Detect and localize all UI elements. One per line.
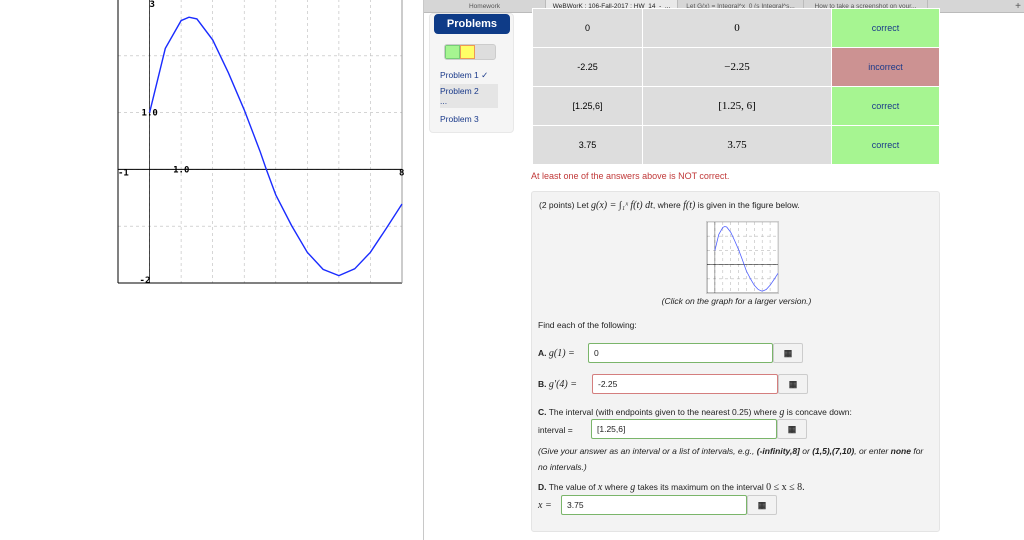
hint-example-2: (1,5),(7,10) xyxy=(812,446,855,456)
x-symbol: x xyxy=(597,482,603,493)
entered-cell: [1.25,6] xyxy=(532,86,643,126)
part-c-letter: C. xyxy=(538,407,547,417)
sidebar-item-problem-1[interactable]: Problem 1 ✓ xyxy=(440,70,488,81)
function-graph: 3 1.0 1.0 -1 8 -2 xyxy=(117,0,404,286)
sidebar-item-problem-3[interactable]: Problem 3 xyxy=(440,114,479,124)
entered-cell: -2.25 xyxy=(532,47,643,87)
answer-b-input[interactable]: -2.25 xyxy=(592,374,778,394)
hint-enter: enter xyxy=(868,446,889,456)
answer-a-input[interactable]: 0 xyxy=(588,343,773,363)
tick-label-xmax: 8 xyxy=(399,168,404,178)
tab-bar-space xyxy=(928,0,1012,12)
results-table: 0 0 correct -2.25 −2.25 incorrect [1.25,6] [1… xyxy=(532,8,940,165)
part-c-desc: The interval (with endpoints given to th… xyxy=(548,407,777,417)
f-of-t: f(t) xyxy=(683,200,696,211)
browser-window: Homework WeBWorK : 106-Fall-2017 : HW_14… xyxy=(424,0,1024,540)
part-c-text: C. The interval (with endpoints given to… xyxy=(538,407,852,418)
hint-or-2: , or xyxy=(854,446,867,456)
tick-label-ymax: 3 xyxy=(150,0,155,10)
part-d-desc: The value of xyxy=(548,482,596,492)
interval-prefix: interval = xyxy=(538,425,573,435)
result-cell: correct xyxy=(831,125,940,165)
matrix-icon[interactable]: ▦ xyxy=(778,374,808,394)
part-d-letter: D. xyxy=(538,482,547,492)
preview-cell: [1.25, 6] xyxy=(642,86,832,126)
intro-mid: , where xyxy=(652,200,681,210)
part-d-desc2: where xyxy=(604,482,628,492)
preview-cell: 3.75 xyxy=(642,125,832,165)
problems-button[interactable]: Problems xyxy=(434,14,510,34)
part-b-letter: B. xyxy=(538,379,547,389)
interval-hint: (Give your answer as an interval or a li… xyxy=(538,443,933,475)
warning-message: At least one of the answers above is NOT… xyxy=(531,171,730,181)
part-d-desc3: takes its maximum on the interval xyxy=(637,482,764,492)
answer-c-input[interactable]: [1.25,6] xyxy=(591,419,777,439)
table-row: 3.75 3.75 correct xyxy=(532,125,940,165)
intro-end: is given in the figure below. xyxy=(697,200,800,210)
part-d-range: 0 ≤ x ≤ 8. xyxy=(766,482,805,493)
hint-or: or xyxy=(802,446,810,456)
matrix-icon[interactable]: ▦ xyxy=(773,343,803,363)
sidebar-item-problem-2-ellipsis: ... xyxy=(440,96,448,106)
part-a-expr: g(1) = xyxy=(548,348,575,359)
matrix-icon[interactable]: ▦ xyxy=(777,419,807,439)
graph-thumbnail[interactable] xyxy=(706,221,779,294)
problems-sidebar: Problems Problem 1 ✓ Problem 2 ... Probl… xyxy=(429,13,514,133)
points-text: (2 points) Let xyxy=(539,200,589,210)
progress-bar xyxy=(444,44,496,60)
problem-box: (2 points) Let g(x) = ∫₁ˣ f(t) dt, where… xyxy=(531,191,940,532)
part-b-expr: g′(4) = xyxy=(548,379,577,390)
part-c-desc2: is concave down: xyxy=(786,407,852,417)
result-cell: incorrect xyxy=(831,47,940,87)
entered-cell: 3.75 xyxy=(532,125,643,165)
tick-label-ymin: -2 xyxy=(140,276,151,286)
table-row: [1.25,6] [1.25, 6] correct xyxy=(532,86,940,126)
part-d-text: D. The value of x where g takes its maxi… xyxy=(538,482,805,493)
result-cell: correct xyxy=(831,8,940,48)
tick-label-y1: 1.0 xyxy=(142,109,158,119)
part-a-letter: A. xyxy=(538,348,547,358)
problem-intro: (2 points) Let g(x) = ∫₁ˣ f(t) dt, where… xyxy=(539,200,800,211)
graph-viewer: 3 1.0 1.0 -1 8 -2 xyxy=(0,0,424,540)
new-tab-button[interactable]: + xyxy=(1012,0,1024,12)
tick-label-x1: 1.0 xyxy=(173,165,189,175)
g-symbol: g xyxy=(779,407,785,418)
table-row: -2.25 −2.25 incorrect xyxy=(532,47,940,87)
table-row: 0 0 correct xyxy=(532,8,940,48)
find-text: Find each of the following: xyxy=(538,320,637,330)
sidebar-item-problem-2[interactable]: Problem 2 xyxy=(440,86,479,96)
tick-label-xmin: -1 xyxy=(118,168,129,178)
preview-cell: 0 xyxy=(642,8,832,48)
preview-cell: −2.25 xyxy=(642,47,832,87)
result-cell: correct xyxy=(831,86,940,126)
g-symbol: g xyxy=(630,482,636,493)
part-a-label: A. g(1) = xyxy=(538,348,575,359)
g-definition: g(x) = ∫₁ˣ f(t) dt xyxy=(591,200,653,211)
progress-partial xyxy=(460,45,475,59)
matrix-icon[interactable]: ▦ xyxy=(747,495,777,515)
hint-none: none xyxy=(890,446,911,456)
progress-correct xyxy=(445,45,460,59)
tab-homework[interactable]: Homework xyxy=(424,0,546,12)
graph-caption: (Click on the graph for a larger version… xyxy=(661,296,812,306)
answer-d-input[interactable]: 3.75 xyxy=(561,495,747,515)
x-prefix: x = xyxy=(538,500,552,511)
hint-example-1: (-infinity,8] xyxy=(756,446,800,456)
hint-text: (Give your answer as an interval or a li… xyxy=(538,446,755,456)
entered-cell: 0 xyxy=(532,8,643,48)
thumbnail-graph xyxy=(706,221,779,294)
part-b-label: B. g′(4) = xyxy=(538,379,577,390)
